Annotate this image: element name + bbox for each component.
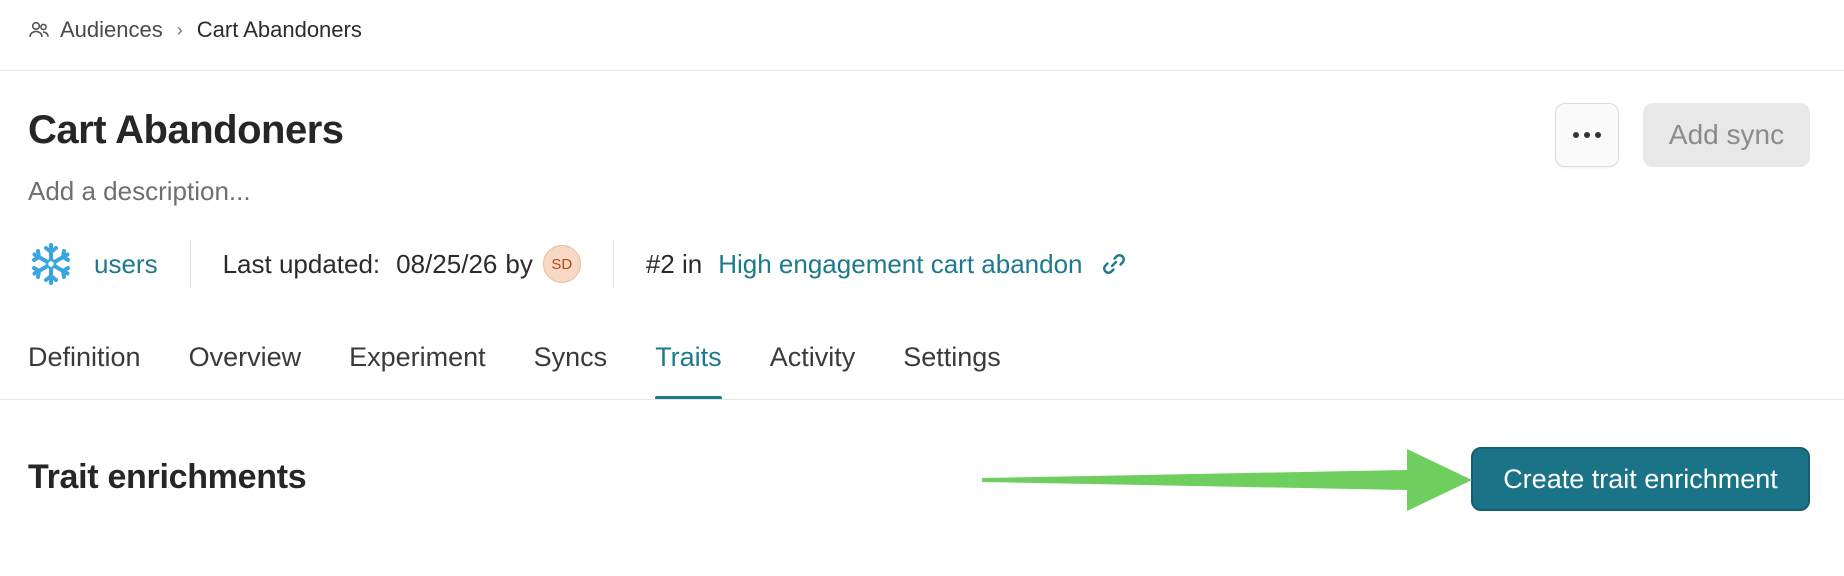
tab-overview[interactable]: Overview — [189, 336, 302, 400]
chevron-right-icon: › — [176, 19, 183, 40]
tab-activity[interactable]: Activity — [770, 336, 856, 400]
tab-traits[interactable]: Traits — [655, 336, 722, 400]
snowflake-icon — [28, 241, 74, 287]
by-label: by — [505, 248, 533, 279]
audience-meta: users Last updated: 08/25/26 by SD #2 in… — [28, 240, 1127, 288]
meta-separator — [189, 240, 191, 288]
breadcrumb-audiences-link[interactable]: Audiences — [60, 17, 163, 43]
last-updated-label: Last updated: — [222, 248, 381, 279]
more-options-button[interactable] — [1555, 103, 1619, 167]
page-title: Cart Abandoners — [28, 108, 344, 152]
create-trait-enrichment-button[interactable]: Create trait enrichment — [1471, 447, 1810, 511]
users-icon — [28, 19, 50, 41]
breadcrumb-current: Cart Abandoners — [196, 17, 362, 42]
header-divider — [0, 70, 1844, 71]
avatar[interactable]: SD — [542, 245, 581, 283]
source-model-link[interactable]: users — [94, 249, 158, 280]
description-field[interactable]: Add a description... — [28, 176, 251, 207]
tab-experiment[interactable]: Experiment — [349, 336, 486, 400]
add-sync-button[interactable]: Add sync — [1643, 103, 1810, 167]
parent-audience-link[interactable]: High engagement cart abandon — [718, 249, 1082, 280]
tab-syncs[interactable]: Syncs — [534, 336, 608, 400]
rank-label: #2 in — [645, 248, 703, 279]
section-title: Trait enrichments — [28, 458, 307, 496]
meta-separator — [612, 240, 614, 288]
last-updated-value: 08/25/26 — [396, 248, 498, 279]
tab-definition[interactable]: Definition — [28, 336, 141, 400]
tabs-divider — [0, 399, 1844, 400]
tab-bar: Definition Overview Experiment Syncs Tra… — [28, 336, 1049, 400]
tab-settings[interactable]: Settings — [903, 336, 1001, 400]
breadcrumb: Audiences › Cart Abandoners — [28, 14, 362, 46]
more-horizontal-icon — [1572, 126, 1602, 144]
link-icon[interactable] — [1101, 251, 1127, 277]
